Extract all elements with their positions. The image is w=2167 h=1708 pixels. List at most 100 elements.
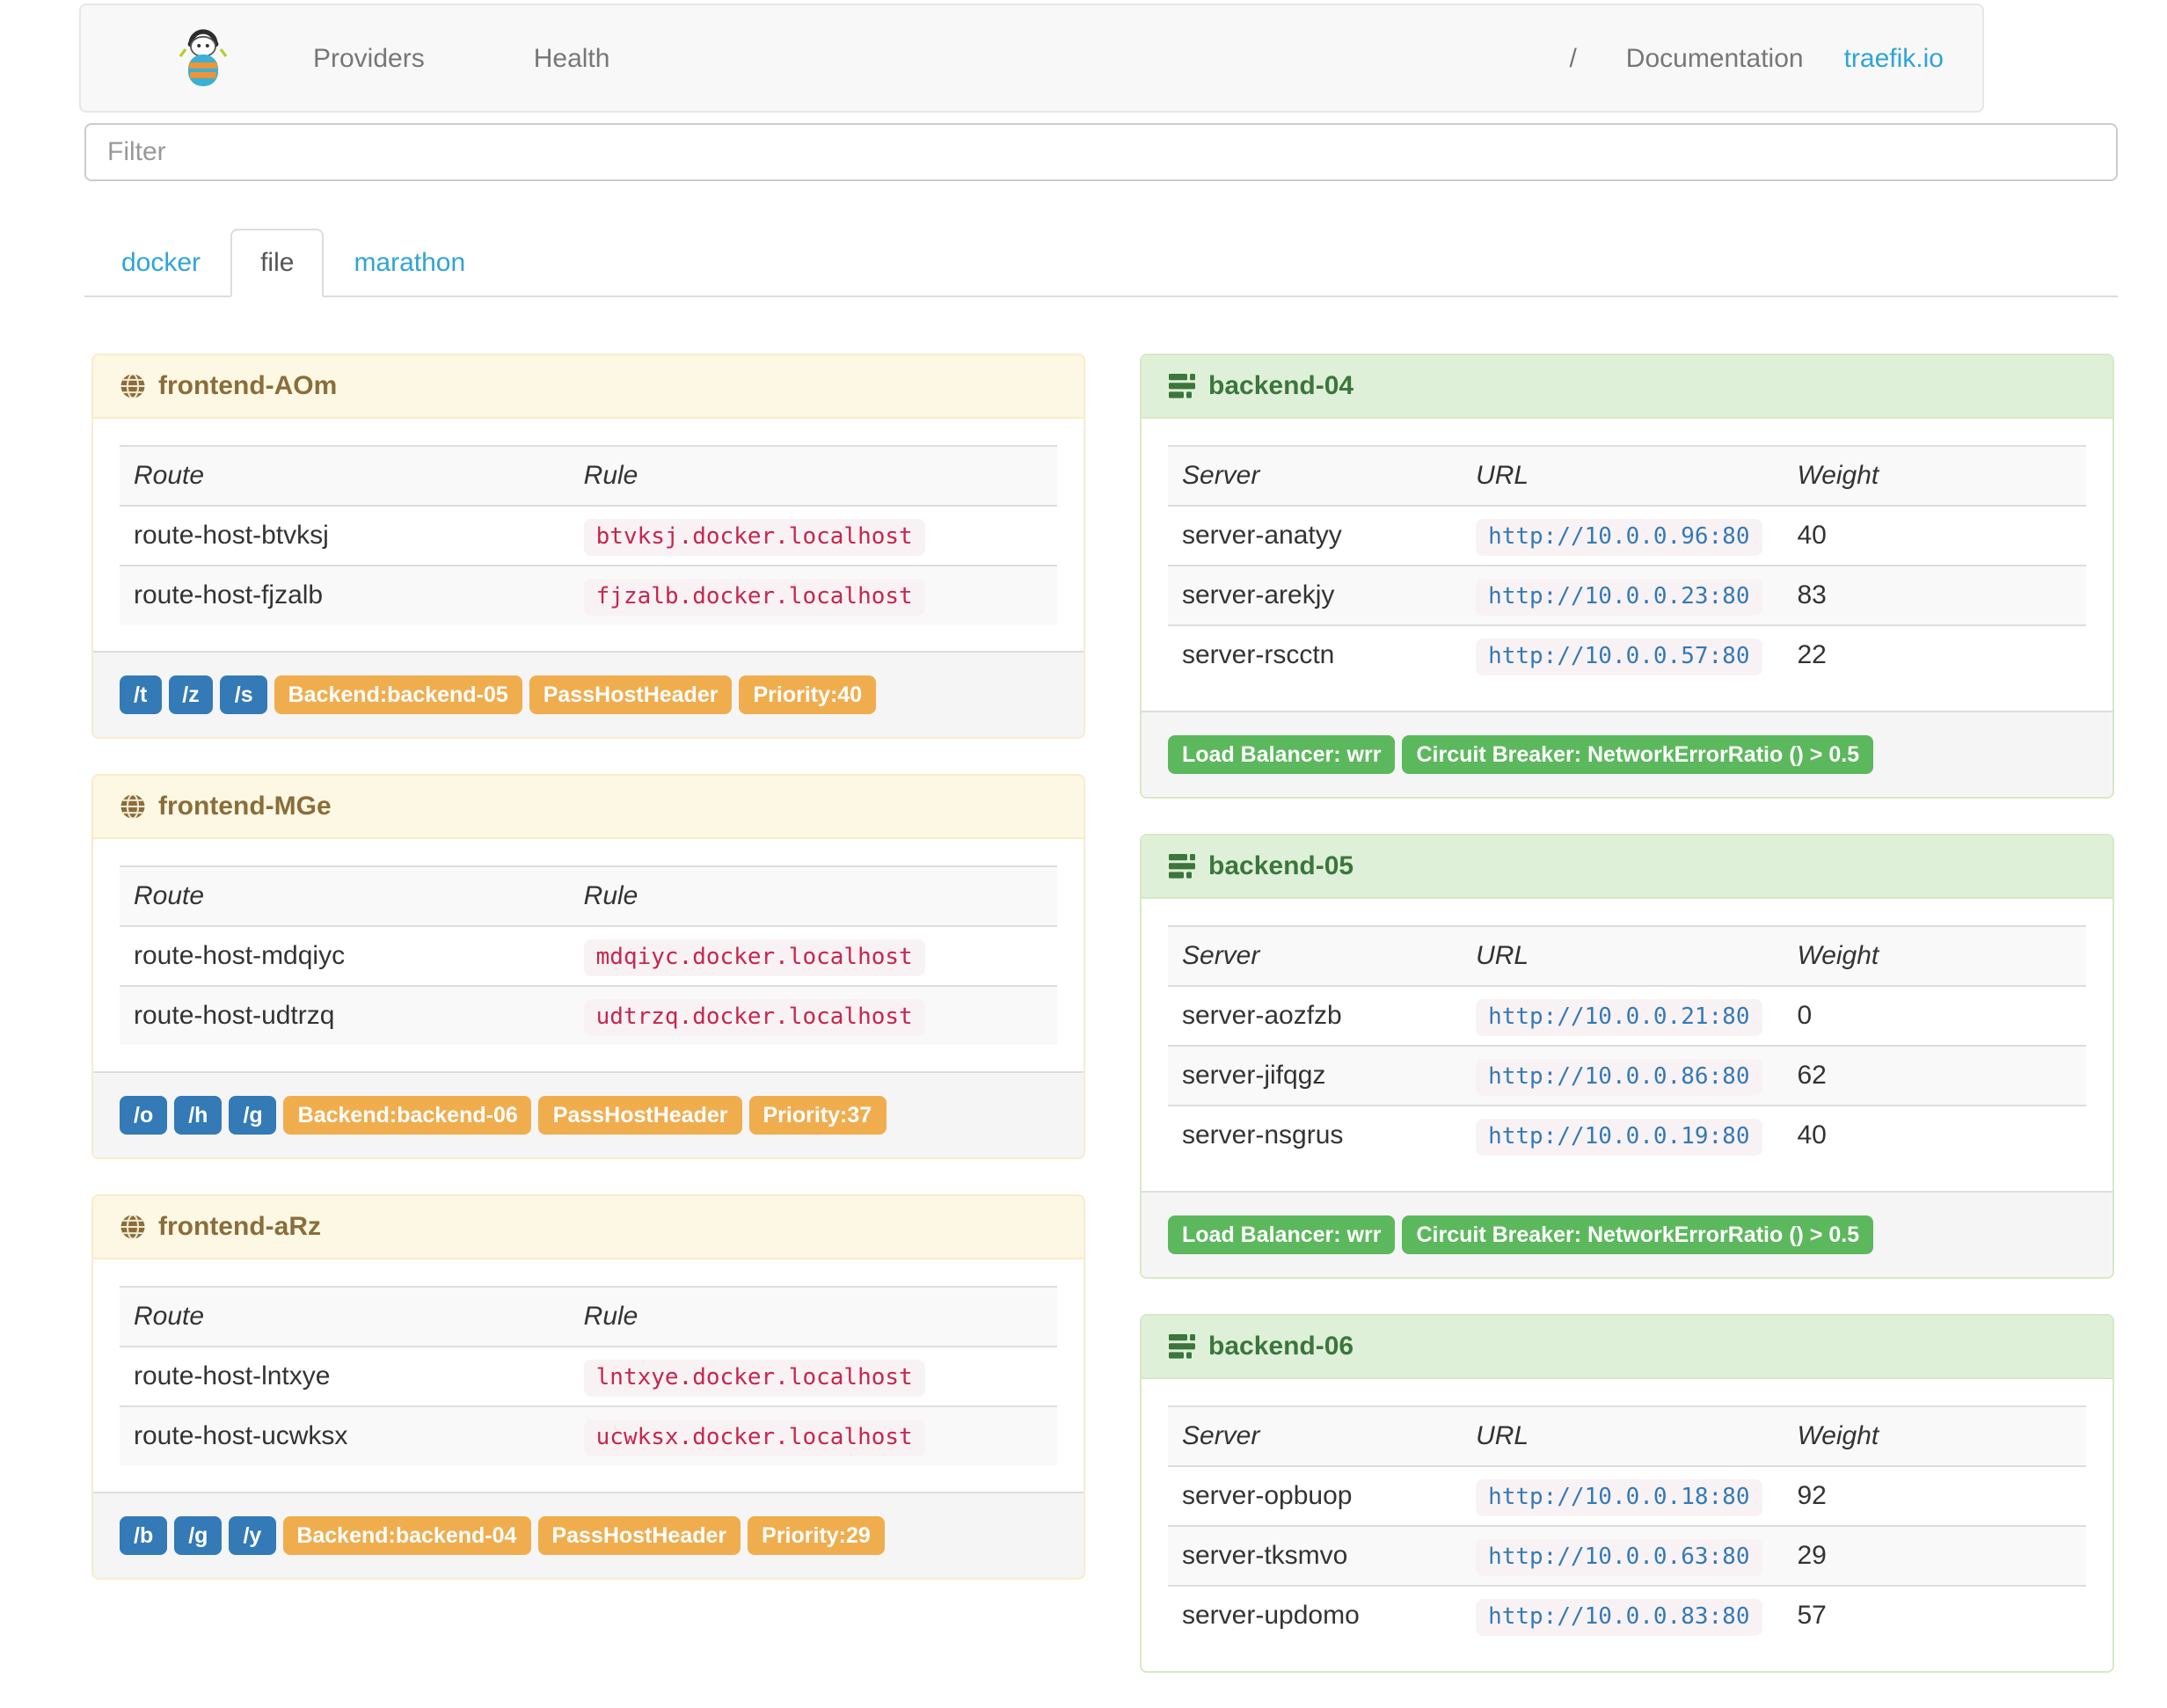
- globe-icon: [120, 1214, 146, 1240]
- server-name: server-nsgrus: [1168, 1105, 1463, 1164]
- server-stack-icon: [1168, 853, 1196, 880]
- rule-cell: btvksj.docker.localhost: [570, 506, 1057, 566]
- panel-title: backend-04: [1208, 371, 1354, 401]
- server-row: server-opbuop http://10.0.0.18:80 92: [1168, 1466, 2086, 1526]
- column-header-weight: Weight: [1783, 1405, 2086, 1467]
- tag-badge: Priority:29: [748, 1516, 885, 1555]
- server-url-code: http://10.0.0.19:80: [1476, 1119, 1762, 1156]
- path-badge: /b: [120, 1516, 168, 1555]
- tag-badge: Backend:backend-04: [282, 1516, 531, 1555]
- route-name: route-host-mdqiyc: [134, 941, 346, 971]
- column-header-url: URL: [1462, 925, 1784, 987]
- panel-heading: frontend-aRz: [93, 1196, 1084, 1259]
- server-weight: 83: [1783, 565, 2086, 625]
- server-url-code: http://10.0.0.96:80: [1476, 519, 1762, 556]
- globe-icon: [120, 373, 146, 399]
- server-url-link[interactable]: http://10.0.0.21:80: [1488, 1004, 1749, 1031]
- path-badge: /y: [229, 1516, 276, 1555]
- tag-badge: Priority:40: [739, 675, 877, 714]
- tag-badge: Backend:backend-06: [283, 1096, 532, 1135]
- server-name: server-arekjy: [1168, 565, 1463, 625]
- panel-footer: /b/g/y Backend:backend-04 PassHostHeader Pr…: [93, 1492, 1084, 1578]
- server-url-cell: http://10.0.0.57:80: [1462, 624, 1784, 684]
- panel-heading: backend-05: [1142, 836, 2112, 899]
- server-name: server-rscctn: [1168, 624, 1463, 684]
- content: frontend-AOm Route Rule route-host-btvksj bt…: [0, 297, 2167, 1708]
- frontend-panel: frontend-AOm Route Rule route-host-btvksj bt…: [91, 354, 1085, 739]
- server-row: server-anatyy http://10.0.0.96:80 40: [1168, 506, 2086, 566]
- column-header-server: Server: [1168, 445, 1463, 507]
- column-header-route: Route: [120, 1286, 570, 1347]
- rule-cell: ucwksx.docker.localhost: [569, 1405, 1057, 1465]
- panel-body: Route Rule route-host-mdqiyc mdqiyc.docker.…: [93, 839, 1084, 1071]
- filter-input[interactable]: [84, 123, 2118, 181]
- route-name: route-host-udtrzq: [120, 985, 570, 1045]
- server-url-cell: http://10.0.0.23:80: [1462, 565, 1784, 625]
- server-name: server-anatyy: [1182, 521, 1342, 551]
- server-url-code: http://10.0.0.23:80: [1476, 579, 1762, 616]
- server-url-link[interactable]: http://10.0.0.63:80: [1488, 1544, 1749, 1571]
- backend-config-badge: Load Balancer: wrr: [1168, 735, 1396, 774]
- rule-code: fjzalb.docker.localhost: [583, 579, 925, 616]
- panel-heading: backend-06: [1142, 1316, 2112, 1379]
- nav-link-health[interactable]: Health: [534, 43, 610, 73]
- tag-badge: PassHostHeader: [529, 675, 733, 714]
- nav-link-documentation[interactable]: Documentation: [1626, 43, 1804, 73]
- tab-docker[interactable]: docker: [91, 229, 230, 297]
- tab-file[interactable]: file: [230, 229, 325, 297]
- route-row: route-host-mdqiyc mdqiyc.docker.localhost: [120, 926, 1057, 986]
- panel-title: backend-05: [1208, 851, 1354, 881]
- server-url-cell: http://10.0.0.19:80: [1462, 1105, 1784, 1164]
- server-weight: 40: [1783, 1105, 2086, 1164]
- panel-title: frontend-aRz: [158, 1212, 321, 1242]
- server-row: server-arekjy http://10.0.0.23:80 83: [1168, 565, 2086, 625]
- server-url-link[interactable]: http://10.0.0.83:80: [1488, 1604, 1749, 1631]
- column-header-rule: Rule: [569, 445, 1057, 507]
- traefik-logo-icon[interactable]: [178, 28, 229, 88]
- server-url-link[interactable]: http://10.0.0.57:80: [1488, 644, 1749, 670]
- path-badge: /g: [174, 1516, 223, 1555]
- server-row: server-aozfzb http://10.0.0.21:80 0: [1168, 986, 2086, 1046]
- nav-link-providers[interactable]: Providers: [313, 43, 425, 73]
- column-header-url: URL: [1462, 1405, 1784, 1467]
- panel-title: frontend-AOm: [158, 371, 338, 401]
- backend-config-badge: Circuit Breaker: NetworkErrorRatio () > …: [1402, 735, 1874, 774]
- column-header-rule: Rule: [569, 865, 1057, 927]
- backend-config-badge: Load Balancer: wrr: [1168, 1215, 1396, 1254]
- route-row: route-host-fjzalb fjzalb.docker.localhost: [120, 565, 1057, 624]
- tab-marathon[interactable]: marathon: [324, 229, 495, 297]
- route-row: route-host-btvksj btvksj.docker.localhost: [120, 506, 1057, 566]
- panel-title: backend-06: [1208, 1332, 1354, 1361]
- panel-heading: backend-04: [1142, 355, 2112, 419]
- server-url-link[interactable]: http://10.0.0.96:80: [1488, 524, 1749, 551]
- routes-table: Route Rule route-host-btvksj btvksj.docker.…: [120, 445, 1057, 624]
- server-row: server-updomo http://10.0.0.83:80 57: [1168, 1585, 2086, 1645]
- server-row: server-nsgrus http://10.0.0.19:80 40: [1168, 1105, 2086, 1164]
- navbar: Providers Health / Documentation traefik…: [79, 4, 1984, 113]
- server-url-code: http://10.0.0.21:80: [1476, 999, 1762, 1036]
- column-header-url: URL: [1462, 445, 1784, 507]
- nav-link-traefik-io[interactable]: traefik.io: [1844, 43, 1944, 73]
- globe-icon: [120, 793, 146, 820]
- server-url-link[interactable]: http://10.0.0.86:80: [1488, 1064, 1749, 1091]
- column-header-weight: Weight: [1783, 445, 2086, 507]
- path-badge: /o: [120, 1096, 168, 1135]
- column-header-server: Server: [1168, 925, 1463, 987]
- server-url-code: http://10.0.0.83:80: [1476, 1599, 1762, 1636]
- server-name: server-tksmvo: [1168, 1525, 1463, 1586]
- server-url-cell: http://10.0.0.63:80: [1462, 1525, 1784, 1586]
- server-weight: 40: [1797, 521, 1827, 551]
- server-weight: 57: [1783, 1585, 2086, 1645]
- server-url-link[interactable]: http://10.0.0.18:80: [1488, 1485, 1749, 1511]
- server-weight: 22: [1783, 624, 2086, 684]
- server-stack-icon: [1168, 373, 1196, 399]
- path-badge: /g: [229, 1096, 277, 1135]
- backend-panel: backend-06 Server URL Weight server-opbuop ht…: [1140, 1314, 2114, 1673]
- server-name: server-jifqgz: [1168, 1045, 1463, 1106]
- server-weight: 0: [1797, 1001, 1813, 1031]
- frontends-column: frontend-AOm Route Rule route-host-btvksj bt…: [91, 354, 1085, 1708]
- server-url-link[interactable]: http://10.0.0.19:80: [1488, 1124, 1749, 1150]
- filter-bar: [84, 123, 2118, 181]
- panel-body: Server URL Weight server-aozfzb http://10.0.…: [1142, 899, 2112, 1191]
- server-url-link[interactable]: http://10.0.0.23:80: [1488, 584, 1749, 610]
